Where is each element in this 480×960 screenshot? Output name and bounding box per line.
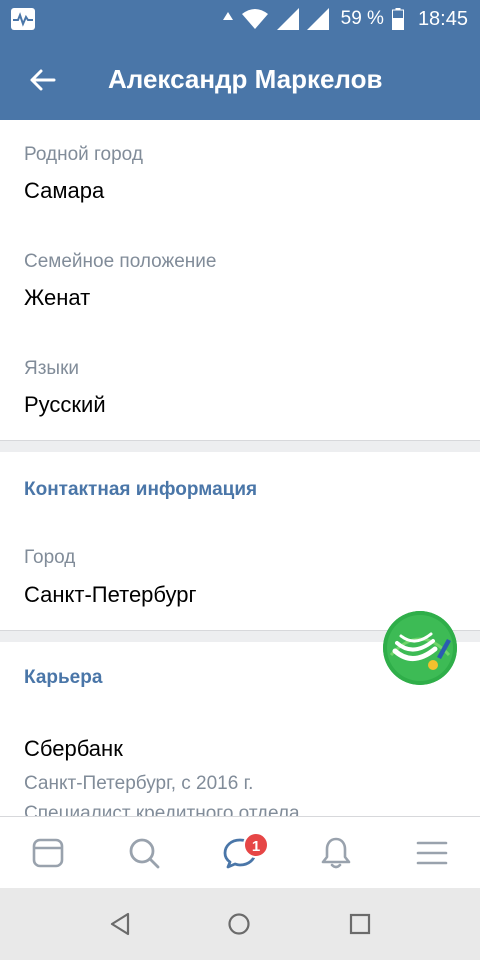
career-details: Санкт-Петербург, с 2016 г. <box>24 773 254 794</box>
contacts-section-title: Контактная информация <box>24 479 258 500</box>
tab-search[interactable] <box>96 817 192 889</box>
city-label: Город <box>24 547 76 568</box>
arrow-left-icon <box>30 69 56 91</box>
section-divider <box>0 440 480 452</box>
hometown-value: Самара <box>24 178 105 203</box>
sberbank-logo-icon[interactable] <box>383 611 457 685</box>
profile-details[interactable]: Родной город Самара Семейное положение Ж… <box>0 120 480 816</box>
tab-messages[interactable]: 1 <box>192 817 288 889</box>
app-bar: Александр Маркелов <box>0 38 480 120</box>
back-button[interactable] <box>20 58 64 102</box>
home-circle-icon <box>228 913 250 935</box>
activity-icon <box>10 7 38 31</box>
search-icon <box>129 838 160 869</box>
career-section-title: Карьера <box>24 667 103 688</box>
wifi-icon <box>241 8 269 30</box>
recents-square-icon <box>349 913 371 935</box>
languages-label: Языки <box>24 358 80 379</box>
languages-value: Русский <box>24 392 106 417</box>
signal-icon <box>276 8 299 30</box>
page-title: Александр Маркелов <box>108 64 383 94</box>
status-icons: 59 % 18:45 <box>222 0 468 38</box>
system-nav-bar <box>0 888 480 960</box>
tab-news[interactable] <box>0 817 96 889</box>
status-bar: 59 % 18:45 <box>0 0 480 38</box>
company-name: Сбербанк <box>24 736 123 761</box>
tab-notifications[interactable] <box>288 817 384 889</box>
newsfeed-icon <box>32 838 64 868</box>
unread-badge: 1 <box>243 832 269 858</box>
hometown-label: Родной город <box>24 144 143 165</box>
contacts-card: Контактная информация Город Санкт-Петерб… <box>0 452 480 630</box>
nav-home-button[interactable] <box>219 904 259 944</box>
battery-percent: 59 % <box>340 8 384 29</box>
data-arrow-icon <box>222 12 233 26</box>
career-position: Специалист кредитного отдела <box>24 803 300 816</box>
battery-icon <box>391 8 404 30</box>
signal-icon-2 <box>306 8 329 30</box>
tab-menu[interactable] <box>384 817 480 889</box>
nav-back-button[interactable] <box>100 904 140 944</box>
nav-recents-button[interactable] <box>340 904 380 944</box>
bottom-tab-bar: 1 <box>0 816 480 888</box>
relationship-label: Семейное положение <box>24 251 217 272</box>
back-triangle-icon <box>110 912 130 936</box>
clock: 18:45 <box>417 7 468 30</box>
menu-icon <box>416 841 448 865</box>
bell-icon <box>321 837 351 869</box>
basic-info-card: Родной город Самара Семейное положение Ж… <box>0 120 480 440</box>
relationship-value: Женат <box>24 285 91 310</box>
city-value: Санкт-Петербург <box>24 582 197 607</box>
phone-screen: 59 % 18:45 Александр Маркелов Родной гор… <box>0 0 480 960</box>
